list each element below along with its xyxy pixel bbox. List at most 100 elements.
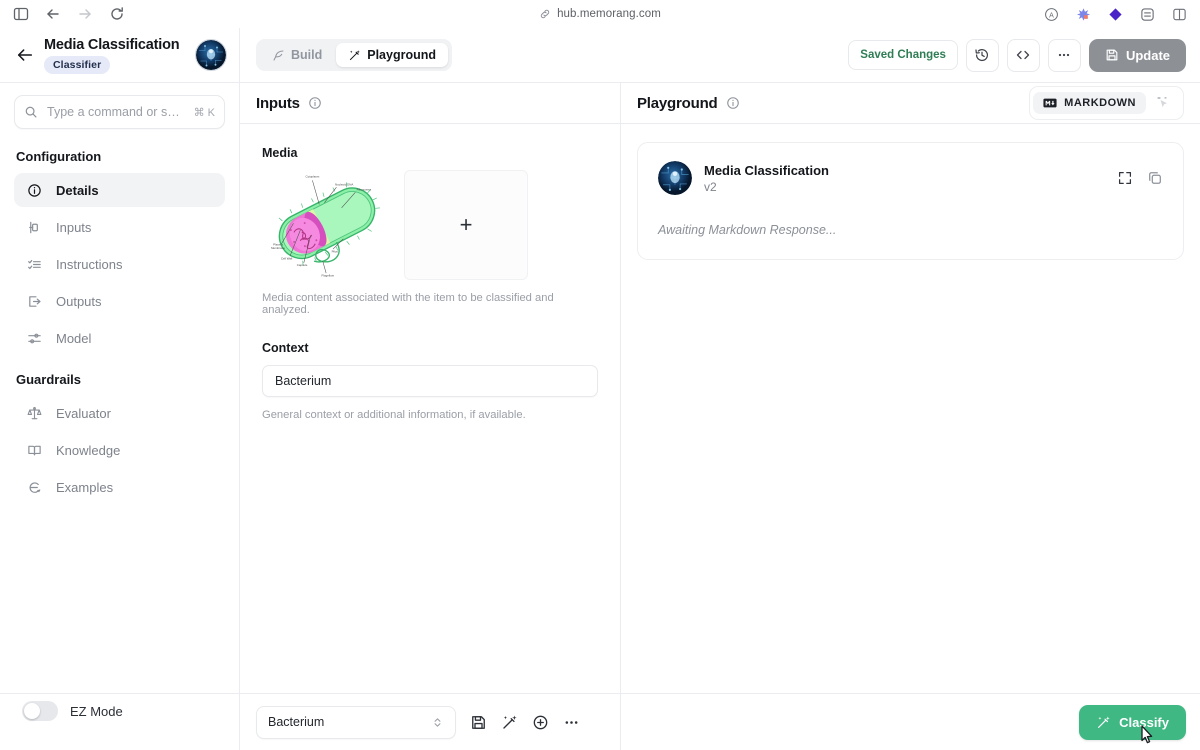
ellipsis-icon bbox=[1056, 47, 1072, 63]
svg-text:Cell Wall: Cell Wall bbox=[281, 256, 293, 260]
classify-button[interactable]: Classify bbox=[1079, 704, 1186, 740]
search-input[interactable]: Type a command or s… ⌘ K bbox=[14, 95, 225, 129]
sidebar-item-evaluator[interactable]: Evaluator bbox=[14, 396, 225, 430]
response-card: Media Classification v2 Awaiting Markdow… bbox=[637, 142, 1184, 260]
playground-panel: Playground MARKDOWN Media Classification… bbox=[621, 83, 1200, 693]
response-card-identity: Media Classification v2 bbox=[704, 163, 829, 194]
sidebar-item-instructions[interactable]: Instructions bbox=[14, 247, 225, 281]
sidebar-item-label: Knowledge bbox=[56, 442, 121, 458]
toggle-knob bbox=[24, 703, 40, 719]
inputs-panel-title: Inputs bbox=[256, 94, 300, 112]
response-status-text: Awaiting Markdown Response... bbox=[658, 223, 837, 237]
main-body: Type a command or s… ⌘ K Configuration D… bbox=[0, 83, 1200, 693]
header-identity: Media Classification Classifier bbox=[0, 28, 240, 82]
nav-section-title-guardrails: Guardrails bbox=[16, 372, 82, 387]
code-view-button[interactable] bbox=[1006, 38, 1040, 72]
save-button[interactable] bbox=[470, 714, 487, 731]
sidebar-item-examples[interactable]: Examples bbox=[14, 470, 225, 504]
info-circle-icon[interactable] bbox=[308, 96, 322, 110]
info-circle-icon[interactable] bbox=[726, 96, 740, 110]
saved-changes-indicator: Saved Changes bbox=[848, 40, 958, 70]
sidebar-item-knowledge[interactable]: Knowledge bbox=[14, 433, 225, 467]
title-block: Media Classification Classifier bbox=[44, 37, 180, 74]
sidebar-item-label: Examples bbox=[56, 479, 114, 495]
response-model-name: Media Classification bbox=[704, 162, 829, 178]
generate-button[interactable] bbox=[501, 714, 518, 731]
context-field-label: Context bbox=[262, 341, 309, 355]
context-input-value: Bacterium bbox=[275, 374, 332, 388]
app-root: hub.memorang.com A Media Classification … bbox=[0, 0, 1200, 750]
copy-icon[interactable] bbox=[1147, 170, 1163, 186]
media-thumbnail[interactable]: Cytoplasm Nucleoid DNA Ribosomes Plasma M… bbox=[262, 170, 392, 280]
examples-icon bbox=[26, 480, 43, 495]
response-card-header: Media Classification v2 bbox=[658, 161, 1163, 195]
more-options-button[interactable] bbox=[1047, 38, 1081, 72]
markdown-icon bbox=[1043, 98, 1057, 108]
reader-mode-icon[interactable] bbox=[1138, 5, 1156, 23]
chevron-updown-icon bbox=[431, 716, 444, 729]
sidebar-item-outputs[interactable]: Outputs bbox=[14, 284, 225, 318]
sidebar-item-model[interactable]: Model bbox=[14, 321, 225, 355]
svg-text:Capsule: Capsule bbox=[297, 263, 308, 267]
tab-playground[interactable]: Playground bbox=[336, 43, 449, 67]
svg-text:Nucleoid DNA: Nucleoid DNA bbox=[335, 182, 353, 186]
history-button[interactable] bbox=[965, 38, 999, 72]
inputs-panel-body: Media Cytoplasm Nucleoid DNA Ribosomes P… bbox=[240, 124, 620, 693]
back-arrow-icon[interactable] bbox=[44, 5, 62, 23]
plus-icon: + bbox=[459, 212, 473, 237]
browser-toolbar: hub.memorang.com A bbox=[0, 0, 1200, 28]
sidebar-item-details[interactable]: Details bbox=[14, 173, 225, 207]
reload-icon[interactable] bbox=[108, 5, 126, 23]
search-shortcut: ⌘ K bbox=[193, 106, 215, 119]
account-circle-icon[interactable]: A bbox=[1042, 5, 1060, 23]
tab-playground-label: Playground bbox=[367, 48, 437, 62]
sidebar-item-label: Model bbox=[56, 330, 92, 346]
sparkle-cursor-icon[interactable] bbox=[1146, 90, 1180, 116]
ez-mode-row: EZ Mode bbox=[0, 701, 137, 743]
sidebar: Type a command or s… ⌘ K Configuration D… bbox=[0, 83, 240, 693]
panel-left-icon[interactable] bbox=[12, 5, 30, 23]
more-button[interactable] bbox=[563, 714, 580, 731]
svg-text:Cytoplasm: Cytoplasm bbox=[306, 175, 320, 179]
link-icon bbox=[539, 8, 551, 20]
add-button[interactable] bbox=[532, 714, 549, 731]
bottom-bar-playground-zone: Classify bbox=[621, 694, 1200, 750]
status-badge: Classifier bbox=[44, 55, 111, 74]
search-icon bbox=[24, 105, 38, 119]
classify-button-label: Classify bbox=[1119, 714, 1169, 730]
expand-fullscreen-icon[interactable] bbox=[1117, 170, 1133, 186]
markdown-toggle[interactable]: MARKDOWN bbox=[1033, 92, 1146, 114]
input-node-icon bbox=[26, 220, 43, 235]
url-bar: hub.memorang.com bbox=[0, 0, 1200, 28]
sidebar-item-label: Instructions bbox=[56, 256, 123, 272]
response-model-version: v2 bbox=[704, 179, 717, 194]
sidebar-item-label: Inputs bbox=[56, 219, 92, 235]
back-button[interactable] bbox=[16, 46, 34, 64]
app-header: Media Classification Classifier Build Pl… bbox=[0, 28, 1200, 83]
playground-panel-title: Playground bbox=[637, 94, 718, 112]
update-button[interactable]: Update bbox=[1088, 38, 1186, 72]
svg-text:Ribosomes: Ribosomes bbox=[357, 188, 372, 192]
preset-select[interactable]: Bacterium bbox=[256, 705, 456, 739]
extension-puzzle-icon[interactable] bbox=[1074, 5, 1092, 23]
add-media-button[interactable]: + bbox=[404, 170, 528, 280]
wand-icon bbox=[348, 49, 361, 62]
bottom-bar-sidebar-zone: EZ Mode bbox=[0, 694, 240, 750]
response-card-actions bbox=[1117, 170, 1163, 186]
tab-build[interactable]: Build bbox=[260, 43, 334, 67]
ez-mode-toggle[interactable] bbox=[22, 701, 58, 721]
sidebar-item-label: Evaluator bbox=[56, 405, 111, 421]
sidebar-item-inputs[interactable]: Inputs bbox=[14, 210, 225, 244]
context-input[interactable]: Bacterium bbox=[262, 365, 598, 397]
context-block: Context Bacterium General context or add… bbox=[262, 341, 598, 421]
split-view-icon[interactable] bbox=[1170, 5, 1188, 23]
avatar[interactable] bbox=[195, 39, 227, 71]
playground-panel-header: Playground MARKDOWN bbox=[621, 83, 1200, 124]
info-circle-icon bbox=[26, 183, 43, 198]
diamond-extension-icon[interactable] bbox=[1106, 5, 1124, 23]
svg-text:A: A bbox=[1049, 12, 1054, 19]
nav-section-guardrails: Guardrails Evaluator Knowledge Examples bbox=[0, 372, 239, 507]
bottom-bar-inputs-zone: Bacterium bbox=[240, 694, 621, 750]
sidebar-item-label: Outputs bbox=[56, 293, 102, 309]
